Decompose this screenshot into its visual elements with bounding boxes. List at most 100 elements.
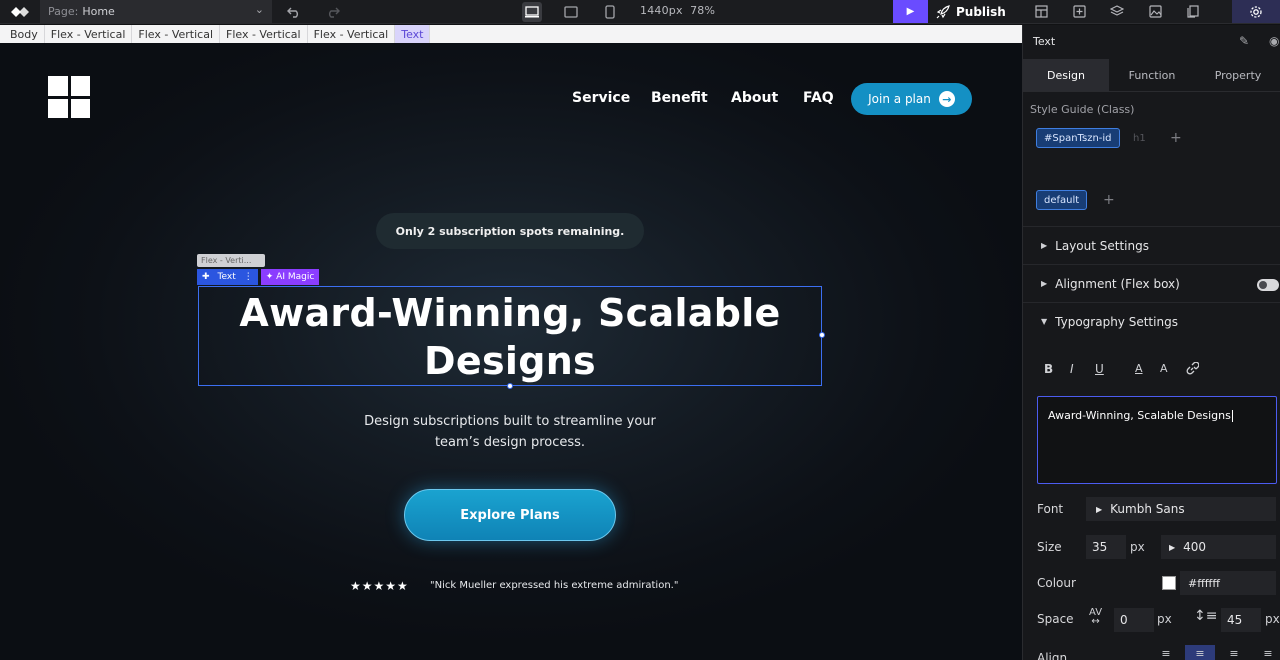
- nav-benefit[interactable]: Benefit: [651, 90, 708, 106]
- selection-type-tag[interactable]: ✚ Text ⋮: [197, 269, 258, 285]
- resize-handle-bottom[interactable]: [507, 383, 513, 389]
- site-logo-icon[interactable]: [48, 76, 90, 118]
- desktop-view-icon[interactable]: [522, 2, 542, 22]
- breadcrumb-item-flex[interactable]: Flex - Vertical: [220, 25, 308, 43]
- letter-spacing-input[interactable]: 0: [1114, 608, 1154, 632]
- eye-icon[interactable]: ◉: [1269, 34, 1279, 48]
- redo-icon[interactable]: [323, 2, 343, 22]
- page-selector-prefix: Page:: [48, 5, 79, 18]
- publish-button[interactable]: Publish: [936, 0, 1006, 23]
- viewport-readout[interactable]: 1440px 78%: [640, 4, 715, 17]
- caret-right-icon: ▶: [1041, 241, 1048, 250]
- text-colour-button[interactable]: A: [1135, 362, 1143, 375]
- rocket-icon: [936, 4, 950, 18]
- publish-label: Publish: [956, 4, 1006, 19]
- breadcrumb-item-body[interactable]: Body: [4, 25, 45, 43]
- bold-button[interactable]: B: [1044, 362, 1053, 376]
- line-height-input[interactable]: 45: [1221, 608, 1261, 632]
- layout-settings-section[interactable]: ▶ Layout Settings: [1023, 226, 1280, 264]
- add-state-icon[interactable]: +: [1103, 192, 1115, 208]
- add-class-icon[interactable]: +: [1170, 130, 1182, 146]
- page-selector[interactable]: Page: Home ⌄: [40, 0, 272, 23]
- font-size-input[interactable]: 35: [1086, 535, 1126, 559]
- add-element-icon[interactable]: [1060, 0, 1098, 23]
- link-icon[interactable]: [1185, 361, 1200, 379]
- align-justify-icon[interactable]: ≡: [1253, 645, 1280, 660]
- hero-heading[interactable]: Award-Winning, Scalable Designs: [198, 289, 822, 385]
- ai-magic-button[interactable]: ✦ AI Magic: [260, 269, 320, 285]
- tab-design[interactable]: Design: [1023, 59, 1109, 91]
- top-toolbar: Page: Home ⌄ 1440px 78% ▶ Publish: [0, 0, 1280, 24]
- flexbox-toggle[interactable]: [1257, 279, 1279, 291]
- hero-subtitle-line: team’s design process.: [434, 435, 586, 450]
- colour-swatch[interactable]: [1162, 576, 1176, 590]
- hero-subtitle[interactable]: Design subscriptions built to streamline…: [340, 411, 680, 453]
- breadcrumb-item-flex[interactable]: Flex - Vertical: [45, 25, 133, 43]
- explore-plans-button[interactable]: Explore Plans: [404, 489, 616, 541]
- design-canvas[interactable]: Service Benefit About FAQ Join a plan → …: [0, 43, 1022, 660]
- colour-hex-input[interactable]: #ffffff: [1180, 571, 1276, 595]
- preview-button[interactable]: ▶: [893, 0, 928, 23]
- caret-down-icon: ▼: [1041, 317, 1048, 326]
- tab-function[interactable]: Function: [1109, 59, 1195, 91]
- font-family-value: Kumbh Sans: [1110, 502, 1185, 516]
- mobile-view-icon[interactable]: [600, 2, 620, 22]
- letter-spacing-unit[interactable]: px: [1157, 612, 1172, 626]
- tab-property[interactable]: Property: [1195, 59, 1280, 91]
- breadcrumb-item-flex[interactable]: Flex - Vertical: [308, 25, 396, 43]
- move-handle-icon[interactable]: ✚: [202, 272, 210, 282]
- state-chip[interactable]: default: [1036, 190, 1088, 210]
- line-height-icon: ↕≡: [1194, 608, 1218, 624]
- app-window: Page: Home ⌄ 1440px 78% ▶ Publish Body F…: [0, 0, 1280, 660]
- breadcrumb-item-text[interactable]: Text: [395, 25, 431, 43]
- selection-parent-tag[interactable]: Flex - Verti...: [197, 254, 265, 267]
- assets-icon[interactable]: [1136, 0, 1174, 23]
- nav-about[interactable]: About: [731, 90, 778, 106]
- italic-button[interactable]: I: [1070, 362, 1074, 376]
- typography-section[interactable]: ▼ Typography Settings: [1023, 302, 1280, 340]
- zoom-level: 78%: [690, 4, 716, 17]
- font-label: Font: [1037, 502, 1064, 516]
- breadcrumb: Body Flex - Vertical Flex - Vertical Fle…: [0, 25, 1022, 43]
- font-weight-select[interactable]: ▶ 400: [1161, 535, 1276, 559]
- section-label: Alignment (Flex box): [1055, 276, 1180, 291]
- class-chip[interactable]: #SpanTszn-id: [1036, 128, 1120, 148]
- pencil-icon[interactable]: ✎: [1239, 34, 1249, 48]
- tablet-view-icon[interactable]: [561, 2, 581, 22]
- text-content-value: Award-Winning, Scalable Designs: [1048, 409, 1231, 422]
- caret-right-icon: ▶: [1041, 279, 1048, 288]
- space-label: Space: [1037, 612, 1074, 626]
- more-options-icon[interactable]: ⋮: [244, 272, 253, 282]
- pages-icon[interactable]: [1174, 0, 1212, 23]
- alignment-section[interactable]: ▶ Alignment (Flex box): [1023, 264, 1280, 302]
- font-size-unit[interactable]: px: [1130, 540, 1145, 554]
- layout-panel-icon[interactable]: [1022, 0, 1060, 23]
- tag-chip[interactable]: h1: [1126, 128, 1153, 148]
- breadcrumb-item-flex[interactable]: Flex - Vertical: [132, 25, 220, 43]
- viewport-width: 1440px: [640, 4, 683, 17]
- align-right-icon[interactable]: ≡: [1219, 645, 1249, 660]
- settings-gear-icon[interactable]: [1232, 0, 1280, 23]
- layers-icon[interactable]: [1098, 0, 1136, 23]
- line-height-unit[interactable]: px: [1265, 612, 1280, 626]
- align-center-icon[interactable]: ≡: [1185, 645, 1215, 660]
- font-family-select[interactable]: ▶ Kumbh Sans: [1086, 497, 1276, 521]
- hero-subtitle-line: Design subscriptions built to streamline…: [364, 414, 656, 429]
- letter-spacing-icon: AV ↔: [1089, 607, 1103, 627]
- underline-button[interactable]: U: [1095, 362, 1104, 376]
- text-content-input[interactable]: Award-Winning, Scalable Designs: [1037, 396, 1277, 484]
- text-align-group: ≡ ≡ ≡ ≡: [1151, 645, 1280, 660]
- nav-service[interactable]: Service: [572, 90, 630, 106]
- nav-faq[interactable]: FAQ: [803, 90, 834, 106]
- rating-stars-icon: ★★★★★: [350, 579, 409, 593]
- font-weight-value: 400: [1183, 540, 1207, 554]
- highlight-button[interactable]: A: [1160, 362, 1168, 375]
- resize-handle-right[interactable]: [819, 332, 825, 338]
- join-plan-button[interactable]: Join a plan →: [851, 83, 972, 115]
- align-left-icon[interactable]: ≡: [1151, 645, 1181, 660]
- app-logo-icon[interactable]: [8, 3, 32, 21]
- selection-type-label: Text: [217, 272, 236, 282]
- align-label: Align: [1037, 651, 1068, 660]
- properties-panel: Text ✎ ◉ Design Function Property Style …: [1022, 25, 1280, 660]
- undo-icon[interactable]: [284, 2, 304, 22]
